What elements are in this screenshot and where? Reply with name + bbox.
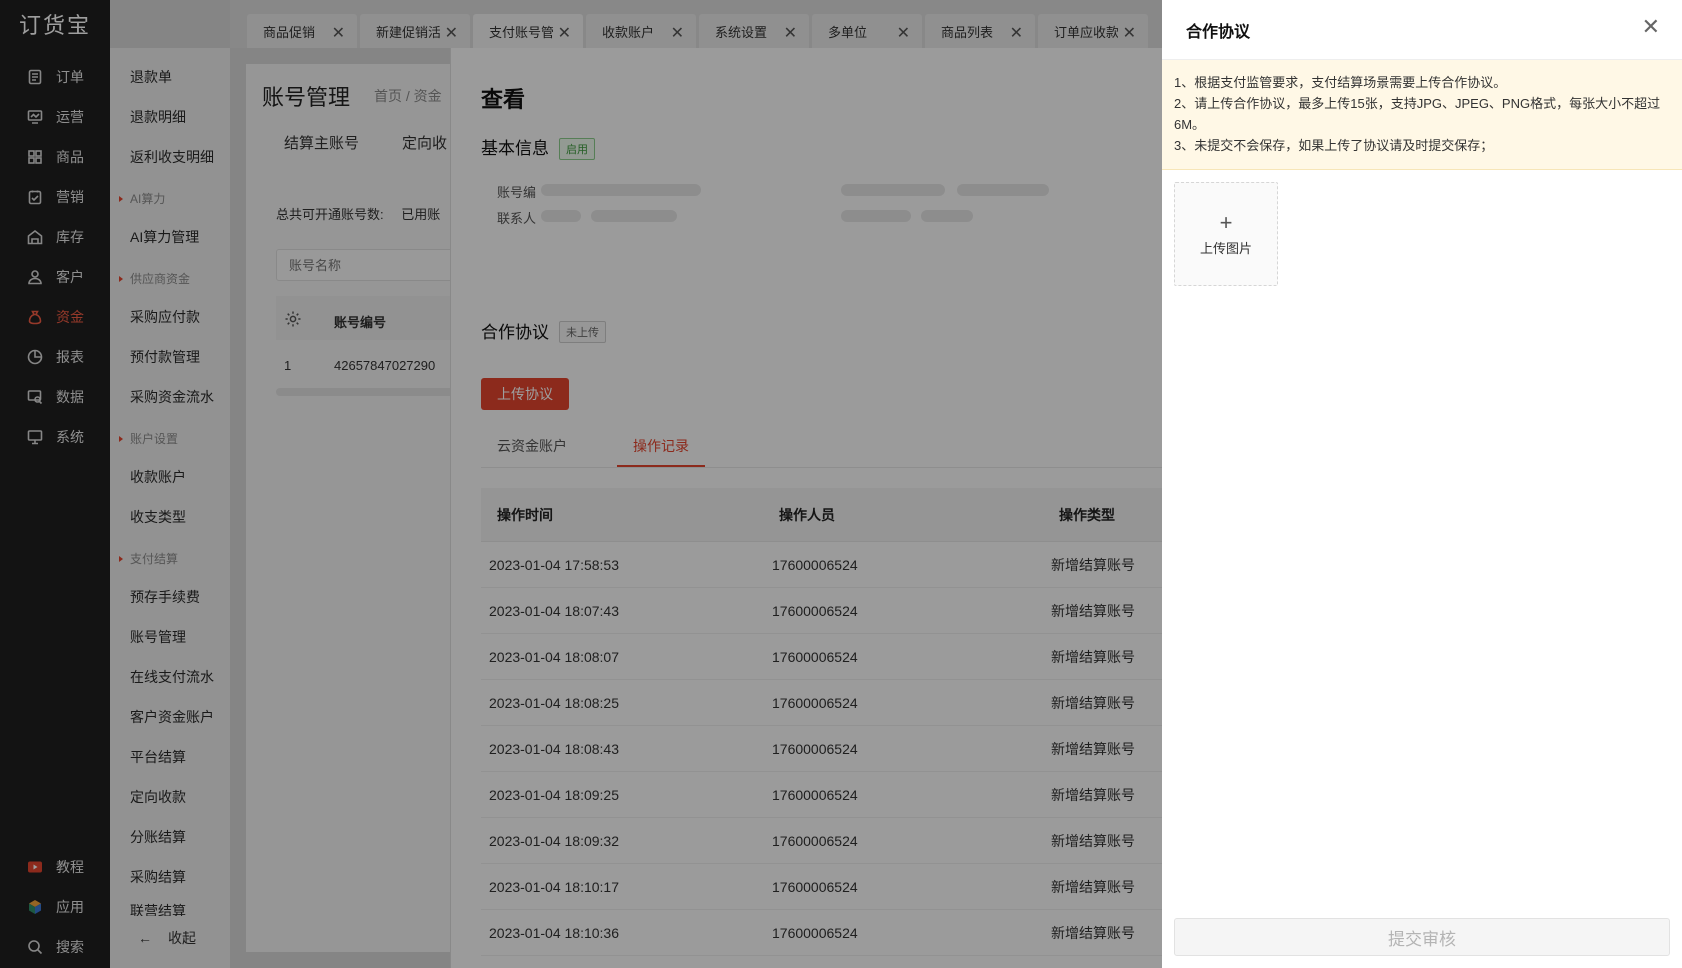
drawer-title: 合作协议 (1186, 24, 1251, 41)
plus-icon: + (1219, 209, 1233, 235)
close-icon[interactable]: ✕ (1642, 14, 1660, 40)
agreement-drawer: 合作协议 ✕ 1、根据支付监管要求，支付结算场景需要上传合作协议。 2、请上传合… (1162, 0, 1682, 968)
notice-line: 3、未提交不会保存，如果上传了协议请及时提交保存； (1174, 138, 1494, 153)
notice-line: 2、请上传合作协议，最多上传15张，支持JPG、JPEG、PNG格式，每张大小不… (1174, 96, 1661, 132)
upload-image-label: 上传图片 (1199, 240, 1252, 256)
upload-notice: 1、根据支付监管要求，支付结算场景需要上传合作协议。 2、请上传合作协议，最多上… (1162, 60, 1682, 170)
modal-overlay[interactable] (0, 0, 1162, 968)
notice-line: 1、根据支付监管要求，支付结算场景需要上传合作协议。 (1174, 75, 1507, 90)
submit-review-button[interactable]: 提交审核 (1174, 918, 1670, 956)
upload-image-button[interactable]: + 上传图片 (1174, 182, 1278, 286)
